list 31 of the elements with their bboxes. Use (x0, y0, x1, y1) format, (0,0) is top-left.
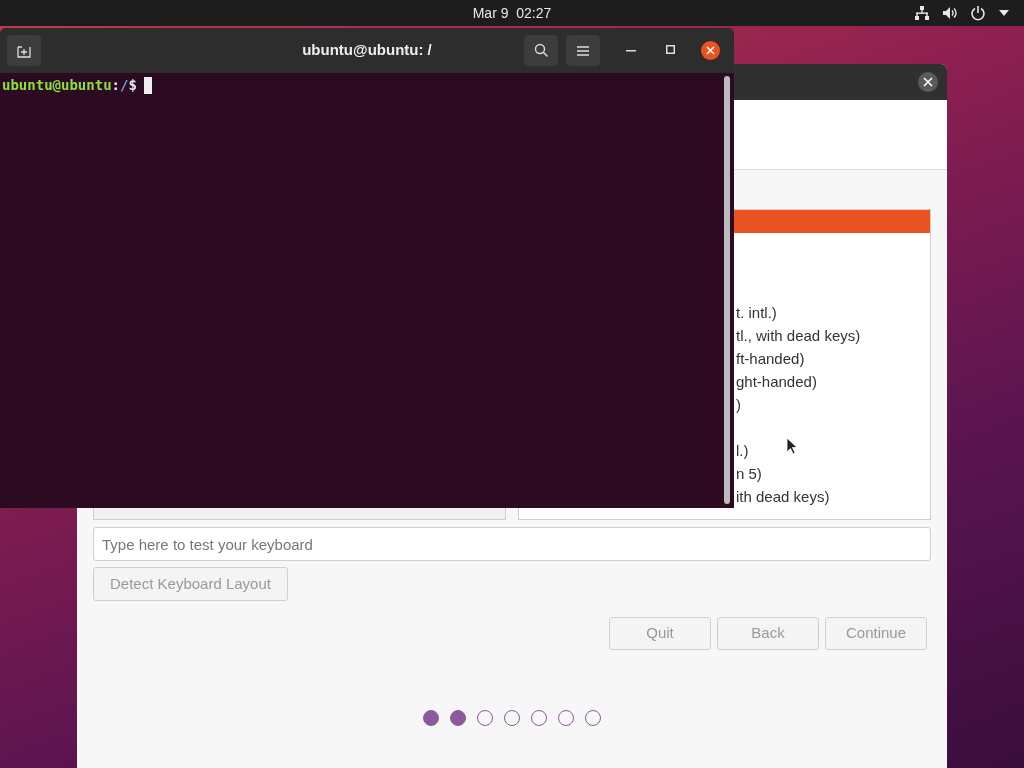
shell-prompt: ubuntu@ubuntu:/$ (2, 75, 137, 95)
mouse-pointer-icon (786, 437, 797, 455)
new-tab-button[interactable] (7, 35, 41, 66)
network-icon[interactable] (914, 5, 930, 21)
search-button[interactable] (524, 35, 558, 66)
volume-icon[interactable] (942, 5, 958, 21)
list-item[interactable]: t. intl.) (734, 302, 930, 325)
close-button[interactable] (918, 72, 938, 92)
menu-icon (577, 45, 589, 56)
menu-button[interactable] (566, 35, 600, 66)
power-icon[interactable] (970, 5, 986, 21)
list-item[interactable]: ft-handed) (734, 348, 930, 371)
window-title: ubuntu@ubuntu: / (302, 40, 432, 61)
clock[interactable]: Mar 9 02:27 (472, 2, 552, 24)
text-cursor (143, 76, 152, 94)
list-item[interactable]: n 5) (734, 463, 930, 486)
list-item[interactable]: tl., with dead keys) (734, 325, 930, 348)
list-item[interactable]: ith dead keys) (734, 486, 930, 509)
maximize-icon[interactable] (666, 45, 675, 54)
test-field[interactable]: Type here to test your keyboard (93, 527, 931, 561)
scrollbar[interactable] (724, 76, 730, 504)
close-icon (706, 46, 715, 55)
close-button[interactable] (701, 41, 720, 60)
caret-icon[interactable] (998, 9, 1010, 17)
minimize-icon[interactable] (626, 50, 636, 52)
list-item[interactable]: ) (734, 394, 930, 417)
close-icon (923, 77, 933, 87)
new-tab-icon (17, 43, 31, 58)
list-item[interactable]: l.) (734, 440, 930, 463)
search-icon (533, 43, 549, 58)
list-item[interactable]: ght-handed) (734, 371, 930, 394)
